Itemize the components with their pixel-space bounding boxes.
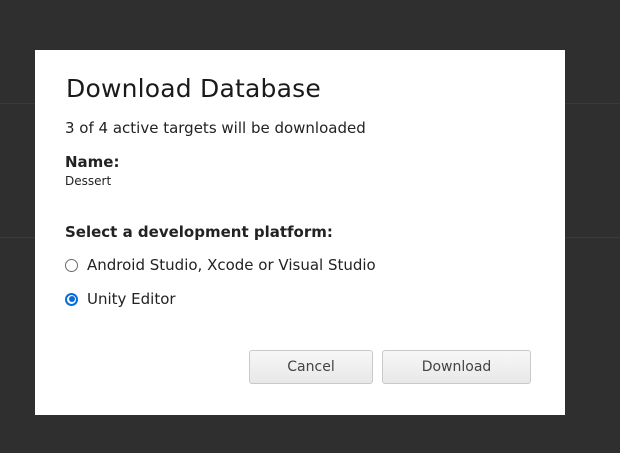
dialog-title: Download Database (66, 74, 321, 103)
dialog-subtitle: 3 of 4 active targets will be downloaded (65, 119, 366, 137)
platform-label: Select a development platform: (65, 223, 333, 241)
platform-option-unity[interactable]: Unity Editor (65, 290, 176, 308)
name-label: Name: (65, 153, 120, 171)
radio-button-unity[interactable] (65, 292, 78, 306)
cancel-button[interactable]: Cancel (249, 350, 373, 384)
download-button[interactable]: Download (382, 350, 531, 384)
platform-option-native[interactable]: Android Studio, Xcode or Visual Studio (65, 256, 376, 274)
platform-option-label: Android Studio, Xcode or Visual Studio (87, 256, 376, 274)
platform-option-label: Unity Editor (87, 290, 176, 308)
download-database-dialog: Download Database 3 of 4 active targets … (35, 50, 565, 415)
radio-button-native[interactable] (65, 258, 78, 272)
database-name-value: Dessert (65, 174, 112, 188)
